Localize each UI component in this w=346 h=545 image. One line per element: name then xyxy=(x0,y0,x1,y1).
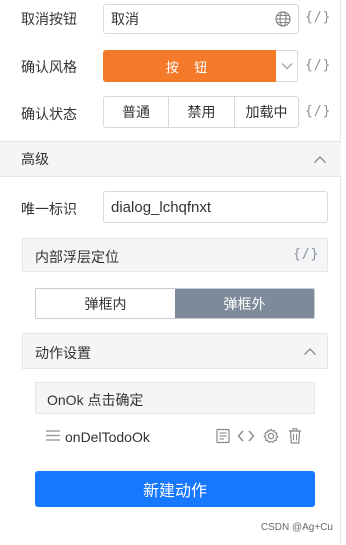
cancel-code-icon[interactable]: {/} xyxy=(305,10,331,25)
unique-id-label: 唯一标识 xyxy=(21,201,77,217)
watermark-text: CSDN @Ag+Cu xyxy=(260,522,333,533)
chevron-down-icon xyxy=(281,63,292,70)
confirm-state-label: 确认状态 xyxy=(21,106,77,122)
state-option-loading[interactable]: 加载中 xyxy=(234,97,298,127)
confirm-state-segmented: 普通 禁用 加载中 xyxy=(103,96,299,128)
new-action-button[interactable]: 新建动作 xyxy=(35,471,315,507)
confirm-style-preview-button[interactable]: 按 钮 xyxy=(103,50,276,82)
event-title: OnOk 点击确定 xyxy=(47,392,144,408)
unique-id-value: dialog_lchqfnxt xyxy=(111,198,212,216)
option-inside-dialog[interactable]: 弹框内 xyxy=(36,289,175,318)
confirm-style-label: 确认风格 xyxy=(21,59,77,75)
option-outside-dialog[interactable]: 弹框外 xyxy=(175,289,314,318)
advanced-section-header[interactable]: 高级 xyxy=(0,141,341,177)
settings-panel: 取消按钮 取消 {/} 确认风格 按 钮 {/} 确认状态 普通 禁用 加载中 … xyxy=(0,0,341,545)
float-position-title: 内部浮层定位 xyxy=(35,249,119,265)
code-brackets-icon[interactable] xyxy=(237,428,255,444)
action-settings-header[interactable]: 动作设置 xyxy=(22,333,328,369)
float-code-icon[interactable]: {/} xyxy=(293,247,319,262)
edit-list-icon[interactable] xyxy=(215,428,231,444)
globe-icon[interactable] xyxy=(275,11,291,27)
float-position-header: 内部浮层定位 {/} xyxy=(22,238,328,272)
state-option-normal[interactable]: 普通 xyxy=(104,97,168,127)
drag-handle-icon[interactable] xyxy=(45,429,61,442)
action-item: onDelTodoOk xyxy=(35,414,315,456)
cancel-text-input[interactable]: 取消 xyxy=(103,4,299,34)
confirm-style-dropdown[interactable] xyxy=(276,50,298,82)
unique-id-input[interactable]: dialog_lchqfnxt xyxy=(103,191,328,223)
gear-icon[interactable] xyxy=(263,428,279,444)
cancel-button-label: 取消按钮 xyxy=(21,11,77,27)
advanced-title: 高级 xyxy=(21,151,49,167)
chevron-up-icon[interactable] xyxy=(313,154,327,164)
event-header: OnOk 点击确定 xyxy=(35,382,315,414)
action-name: onDelTodoOk xyxy=(65,429,150,445)
state-option-disabled[interactable]: 禁用 xyxy=(168,97,234,127)
chevron-up-icon[interactable] xyxy=(303,346,317,356)
trash-icon[interactable] xyxy=(288,428,302,444)
action-settings-title: 动作设置 xyxy=(35,345,91,361)
float-position-toggle: 弹框内 弹框外 xyxy=(35,288,315,319)
state-code-icon[interactable]: {/} xyxy=(305,104,331,119)
cancel-text-value: 取消 xyxy=(111,11,139,27)
style-code-icon[interactable]: {/} xyxy=(305,58,331,73)
